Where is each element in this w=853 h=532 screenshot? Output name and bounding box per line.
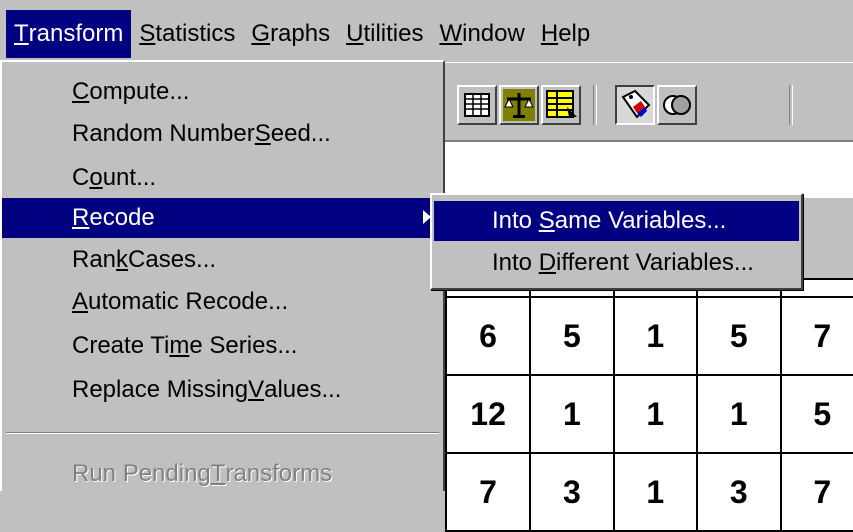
grid-cell[interactable]: 7 (781, 297, 853, 375)
toolbar (445, 62, 853, 141)
menu-item-random-number-seed[interactable]: Random Number Seed... (2, 114, 443, 154)
menu-item-count[interactable]: Count... (2, 158, 443, 198)
table-row: 6 5 1 5 7 (446, 297, 853, 375)
menu-window[interactable]: Window (431, 10, 532, 58)
toolbar-separator-2 (789, 85, 793, 125)
menu-item-recode[interactable]: Recode (2, 198, 443, 238)
menu-item-automatic-recode[interactable]: Automatic Recode... (2, 282, 443, 322)
grid-cell[interactable]: 1 (614, 375, 697, 453)
grid-cell[interactable]: 5 (781, 375, 853, 453)
grid-cell[interactable]: 3 (530, 453, 613, 531)
menu-item-replace-missing-values[interactable]: Replace Missing Values... (2, 370, 443, 410)
menu-item-run-pending-transforms: Run Pending Transforms (2, 454, 443, 494)
grid-cell[interactable]: 3 (697, 453, 780, 531)
list-icon[interactable] (541, 85, 581, 125)
grid-cell[interactable]: 1 (530, 375, 613, 453)
grid-cell[interactable]: 7 (446, 453, 530, 531)
menu-separator (6, 432, 439, 434)
sets-icon[interactable] (657, 85, 697, 125)
table-row: 12 1 1 1 5 (446, 375, 853, 453)
grid-cell[interactable]: 5 (530, 297, 613, 375)
table-row: 7 3 1 3 7 (446, 453, 853, 531)
grid-cell[interactable]: 12 (446, 375, 530, 453)
menu-graphs[interactable]: Graphs (243, 10, 338, 58)
submenu-item-into-same-variables[interactable]: Into Same Variables... (434, 201, 799, 241)
grid-cell[interactable]: 1 (614, 453, 697, 531)
scale-icon[interactable] (499, 85, 539, 125)
menu-transform[interactable]: Transform (6, 10, 131, 58)
grid-cell[interactable]: 6 (446, 297, 530, 375)
grid-cell[interactable]: 1 (614, 297, 697, 375)
menu-help[interactable]: Help (533, 10, 598, 58)
value-labels-icon[interactable] (615, 85, 655, 125)
menu-utilities[interactable]: Utilities (338, 10, 431, 58)
menu-item-create-time-series[interactable]: Create Time Series... (2, 326, 443, 366)
grid-cell[interactable]: 7 (781, 453, 853, 531)
data-grid: 6 5 1 5 7 12 1 1 1 5 7 3 1 3 7 (445, 278, 853, 532)
grid-cell[interactable]: 1 (697, 375, 780, 453)
recode-submenu: Into Same Variables... Into Different Va… (430, 193, 803, 290)
toolbar-separator (593, 85, 597, 125)
menu-item-compute[interactable]: Compute... (2, 70, 443, 114)
submenu-item-into-different-variables[interactable]: Into Different Variables... (434, 243, 799, 283)
menu-bar: Transform Statistics Graphs Utilities Wi… (0, 0, 853, 62)
cell-editor-bar[interactable] (445, 140, 853, 198)
menu-statistics[interactable]: Statistics (131, 10, 243, 58)
transform-menu: Compute... Random Number Seed... Count..… (0, 60, 445, 491)
data-grid-icon[interactable] (457, 85, 497, 125)
grid-cell[interactable]: 5 (697, 297, 780, 375)
menu-item-rank-cases[interactable]: Rank Cases... (2, 240, 443, 280)
